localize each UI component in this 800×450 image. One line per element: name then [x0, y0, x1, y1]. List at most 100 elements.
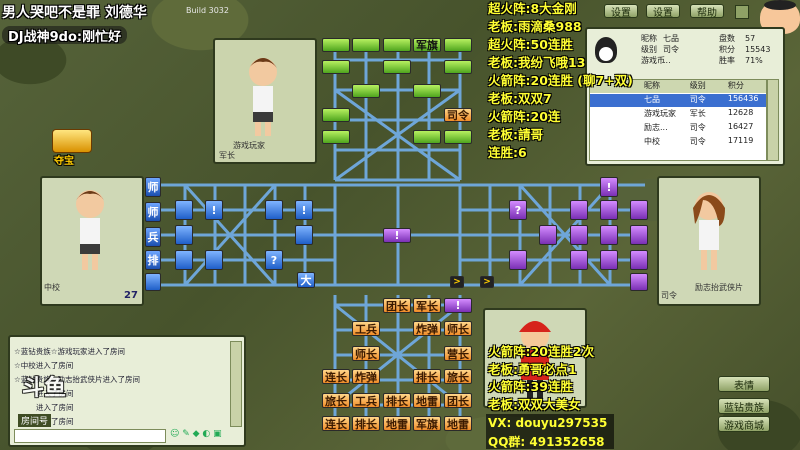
right-piece-unknown[interactable]: ?: [509, 200, 527, 220]
contact-qq: QQ群: 491352658: [488, 435, 605, 449]
left-piece[interactable]: 师: [145, 177, 161, 197]
top-piece[interactable]: [444, 38, 472, 52]
self-piece[interactable]: 师长: [352, 346, 380, 361]
self-piece[interactable]: 军长: [413, 298, 441, 313]
top-piece-commander[interactable]: 司令: [444, 108, 472, 122]
left-piece[interactable]: 师: [145, 202, 161, 222]
top-piece[interactable]: [444, 130, 472, 144]
self-piece[interactable]: 连长: [322, 416, 350, 431]
right-piece-bomb[interactable]: !: [600, 177, 618, 197]
center-piece-bomb[interactable]: !: [383, 228, 411, 243]
right-player-name: 励志抬武侠片: [695, 283, 743, 292]
right-piece[interactable]: [509, 250, 527, 270]
help-button[interactable]: 帮助: [690, 4, 724, 19]
left-piece[interactable]: [265, 200, 283, 220]
move-arrow-icon: >: [480, 276, 494, 288]
left-piece[interactable]: [175, 250, 193, 270]
minimize-icon[interactable]: [735, 5, 749, 19]
top-piece[interactable]: [352, 38, 380, 52]
self-piece[interactable]: 地雷: [383, 416, 411, 431]
left-piece[interactable]: [175, 200, 193, 220]
self-piece-bomb[interactable]: !: [444, 298, 472, 313]
treasure-chest-icon[interactable]: 夺宝: [46, 125, 98, 167]
top-piece[interactable]: [322, 38, 350, 52]
row-score: 156436: [727, 94, 759, 103]
self-piece[interactable]: 工兵: [352, 393, 380, 408]
blue-diamond-button[interactable]: 蓝钻贵族: [718, 398, 770, 414]
left-piece[interactable]: [145, 273, 161, 291]
self-piece[interactable]: 工兵: [352, 321, 380, 336]
self-piece[interactable]: 地雷: [413, 393, 441, 408]
contact-vx: VX: douyu297535: [488, 416, 608, 430]
self-piece[interactable]: 排长: [413, 369, 441, 384]
right-piece[interactable]: [630, 225, 648, 245]
top-player-panel: 游戏玩家 军长: [213, 38, 317, 164]
top-piece[interactable]: [413, 84, 441, 98]
score-value: 15543: [745, 45, 771, 54]
right-piece[interactable]: [570, 250, 588, 270]
right-piece[interactable]: [570, 225, 588, 245]
chat-scrollbar[interactable]: [230, 341, 242, 427]
chat-line: ☆蓝钻贵族☆游戏玩家进入了房间: [14, 347, 125, 356]
self-piece[interactable]: 炸弹: [352, 369, 380, 384]
right-piece[interactable]: [630, 200, 648, 220]
top-piece[interactable]: [322, 60, 350, 74]
top-piece-flag[interactable]: 军旗: [413, 38, 441, 52]
self-piece[interactable]: 团长: [383, 298, 411, 313]
left-piece-unknown[interactable]: ?: [265, 250, 283, 270]
self-piece[interactable]: 连长: [322, 369, 350, 384]
left-piece[interactable]: [205, 250, 223, 270]
settings-button-2[interactable]: 设置: [646, 4, 680, 19]
contact-box: VX: douyu297535 QQ群: 491352658: [486, 414, 614, 449]
douyu-watermark: 斗鱼: [22, 376, 67, 401]
emote-button[interactable]: 表情: [718, 376, 770, 392]
left-piece[interactable]: 排: [145, 250, 161, 270]
self-piece[interactable]: 军旗: [413, 416, 441, 431]
left-piece-big[interactable]: 大: [297, 272, 315, 288]
self-piece[interactable]: 旅长: [322, 393, 350, 408]
chat-input[interactable]: [14, 429, 166, 443]
level-label: 级别: [641, 45, 657, 54]
self-piece[interactable]: 旅长: [444, 369, 472, 384]
left-piece-bomb[interactable]: !: [295, 200, 313, 220]
row-name: 励志...: [644, 123, 668, 132]
col-nick[interactable]: 昵称: [644, 80, 690, 93]
row-score: 16427: [727, 122, 754, 131]
top-piece[interactable]: [352, 84, 380, 98]
top-piece[interactable]: [383, 38, 411, 52]
left-piece[interactable]: [295, 225, 313, 245]
top-piece[interactable]: [383, 60, 411, 74]
self-piece[interactable]: 营长: [444, 346, 472, 361]
nick-label: 昵称: [641, 34, 657, 43]
top-player-name: 游戏玩家: [233, 141, 265, 150]
top-piece[interactable]: [444, 60, 472, 74]
right-piece[interactable]: [600, 225, 618, 245]
self-piece[interactable]: 团长: [444, 393, 472, 408]
self-piece[interactable]: 地雷: [444, 416, 472, 431]
top-player-rank: 军长: [219, 151, 235, 160]
self-piece[interactable]: 炸弹: [413, 321, 441, 336]
left-piece[interactable]: [175, 225, 193, 245]
stream-ads-bottom: 火箭阵:20连胜2次 老板:勇哥必点1 火箭阵:39连胜 老板:双双大美女: [488, 343, 594, 413]
right-piece[interactable]: [600, 200, 618, 220]
top-piece[interactable]: [322, 108, 350, 122]
right-piece[interactable]: [630, 250, 648, 270]
top-piece[interactable]: [322, 130, 350, 144]
user-table-scrollbar[interactable]: [767, 79, 779, 161]
game-shop-button[interactable]: 游戏商城: [718, 416, 770, 432]
col-level[interactable]: 级别: [690, 80, 728, 93]
self-piece[interactable]: 排长: [383, 393, 411, 408]
left-piece-bomb[interactable]: !: [205, 200, 223, 220]
right-piece[interactable]: [630, 273, 648, 291]
left-piece[interactable]: 兵: [145, 227, 161, 247]
self-piece[interactable]: 排长: [352, 416, 380, 431]
right-piece[interactable]: [600, 250, 618, 270]
self-piece[interactable]: 师长: [444, 321, 472, 336]
right-piece[interactable]: [570, 200, 588, 220]
right-piece[interactable]: [539, 225, 557, 245]
col-score[interactable]: 积分: [728, 80, 766, 93]
score-label: 积分: [719, 45, 735, 54]
ad-line: 老板:請哥: [488, 127, 543, 142]
emoji-icons[interactable]: ☺ ✎ ◆ ◐ ▣: [170, 429, 240, 441]
top-piece[interactable]: [413, 130, 441, 144]
